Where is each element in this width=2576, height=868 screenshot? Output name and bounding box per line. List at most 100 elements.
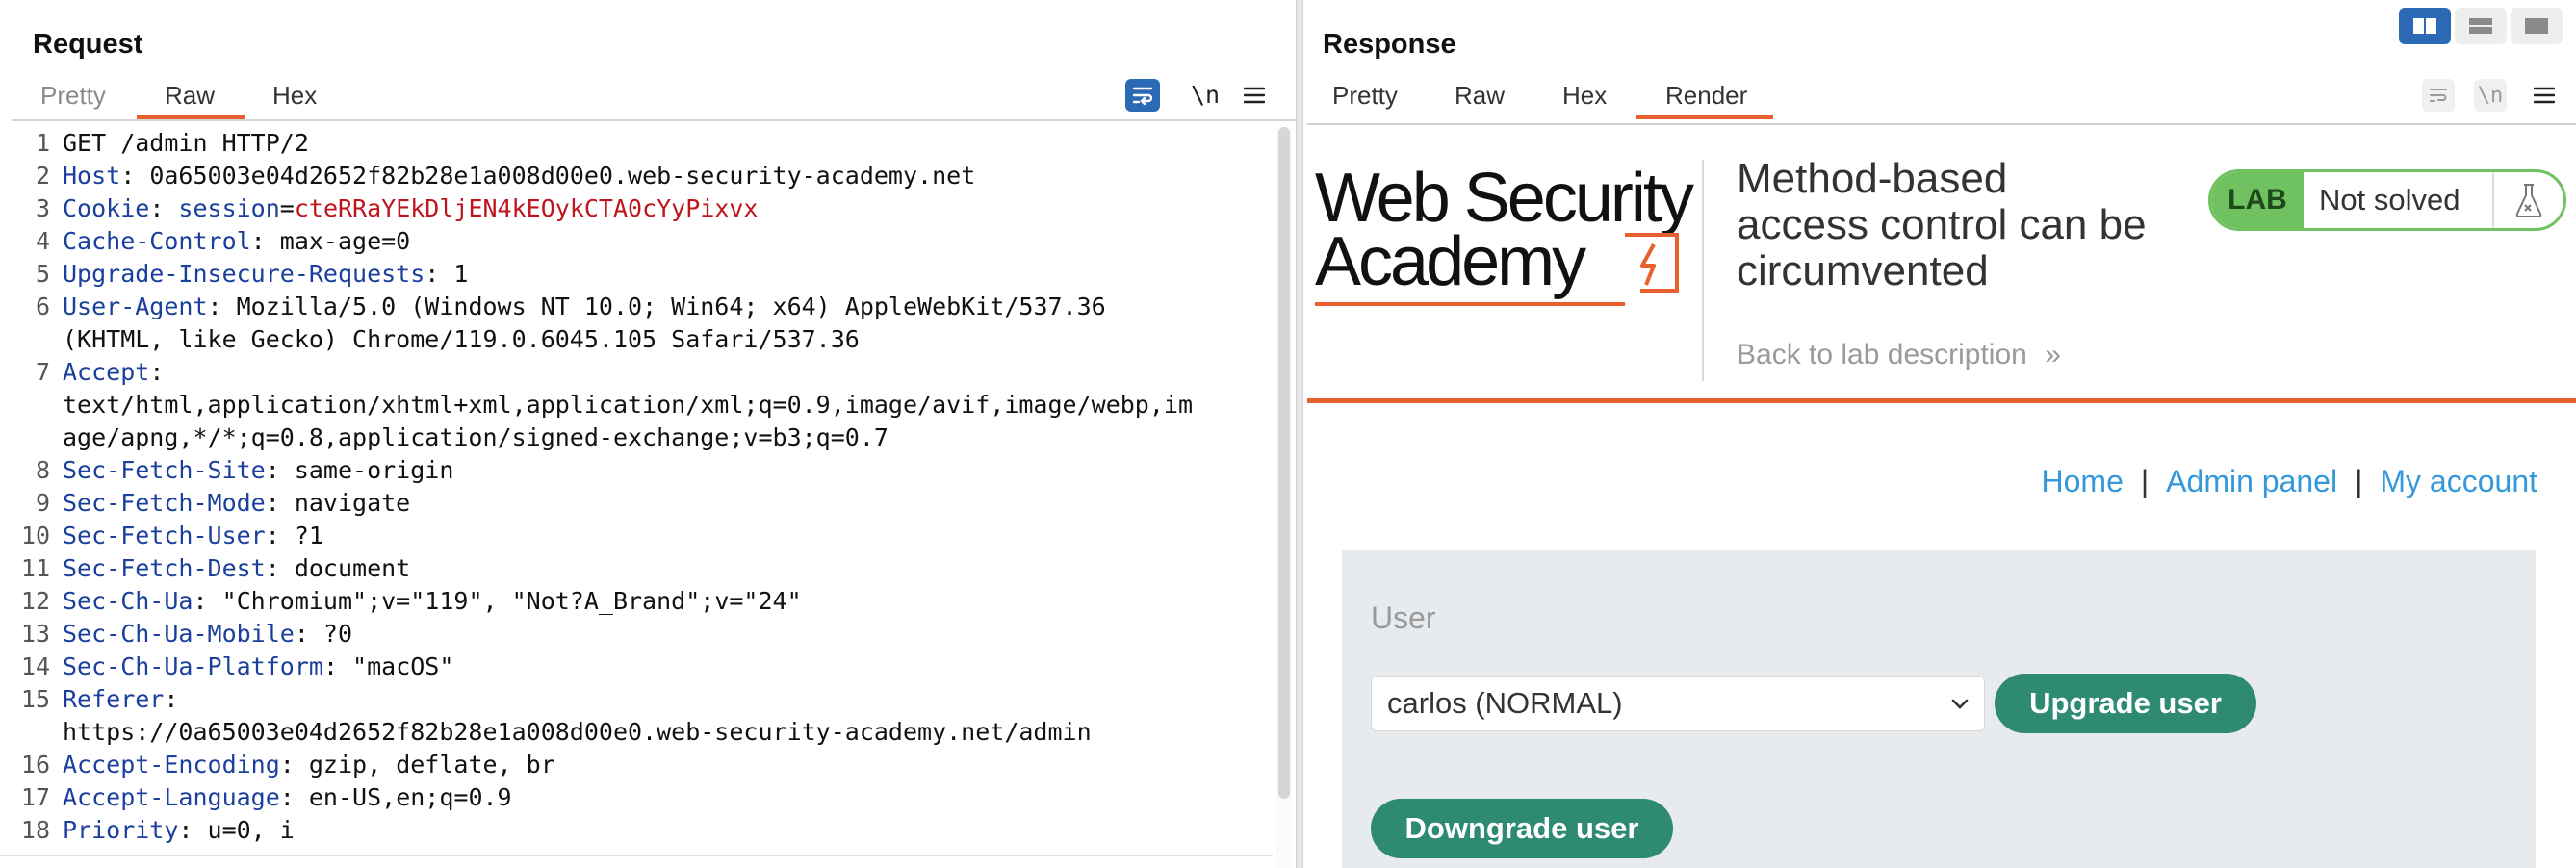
header-value: : <box>164 685 179 713</box>
request-panel: Request Pretty Raw Hex \n 1 GET /admin HT… <box>0 0 1296 868</box>
lab-title: Method-based access control can be circu… <box>1737 155 2147 294</box>
wrap-lines-icon <box>1132 87 1153 106</box>
header-name: Accept-Encoding <box>63 751 280 779</box>
downgrade-user-button[interactable]: Downgrade user <box>1371 799 1673 858</box>
lab-badge-label: LAB <box>2211 172 2304 228</box>
show-newlines-toggle[interactable]: \n <box>1186 77 1224 112</box>
admin-user-form: User carlos (NORMAL) Upgrade user Downgr… <box>1342 550 2536 868</box>
resp-tab-render[interactable]: Render <box>1665 81 1747 111</box>
header-value: (KHTML, like Gecko) Chrome/119.0.6045.10… <box>63 325 860 353</box>
line-content: (KHTML, like Gecko) Chrome/119.0.6045.10… <box>63 323 860 356</box>
line-content: Accept: <box>63 356 164 389</box>
line-content: Sec-Ch-Ua: "Chromium";v="119", "Not?A_Br… <box>63 585 802 618</box>
panel-splitter[interactable] <box>1296 0 1303 868</box>
layout-single-button[interactable] <box>2511 8 2563 44</box>
line-number: 4 <box>35 227 50 255</box>
response-title: Response <box>1323 29 1456 60</box>
split-columns-icon <box>2413 18 2436 34</box>
header-name: Sec-Fetch-User <box>63 522 266 549</box>
nav-home-link[interactable]: Home <box>2042 464 2124 499</box>
tab-hex[interactable]: Hex <box>272 81 317 111</box>
request-scroll-thumb[interactable] <box>1278 127 1290 799</box>
tab-pretty[interactable]: Pretty <box>40 81 106 111</box>
split-rows-icon <box>2469 18 2492 34</box>
line-content: text/html,application/xhtml+xml,applicat… <box>63 389 1193 421</box>
nav-my-account-link[interactable]: My account <box>2380 464 2537 499</box>
lab-status-text: Not solved <box>2319 183 2460 217</box>
header-orange-rule <box>1307 398 2576 403</box>
resp-show-newlines-toggle[interactable]: \n <box>2474 79 2507 112</box>
response-panel: Response Pretty Raw Hex Render \n Web Se… <box>1303 0 2576 868</box>
request-tab-rule <box>12 119 1296 121</box>
nav-admin-panel-link[interactable]: Admin panel <box>2166 464 2337 499</box>
header-name: Host <box>63 162 121 190</box>
line-number: 17 <box>20 783 50 811</box>
header-name: Upgrade-Insecure-Requests <box>63 260 425 288</box>
line-number: 1 <box>35 129 50 157</box>
cookie-value: cteRRaYEkDljEN4kEOykCTA0cYyPixvx <box>294 194 759 222</box>
header-name: Priority <box>63 816 179 844</box>
header-name: Cookie <box>63 194 150 222</box>
nav-separator: | <box>2140 464 2150 498</box>
logo-bolt-icon <box>1625 233 1679 293</box>
resp-active-tab-underline <box>1636 115 1773 119</box>
header-name: Accept-Language <box>63 783 280 811</box>
line-content: Sec-Ch-Ua-Mobile: ?0 <box>63 618 352 651</box>
upgrade-user-button[interactable]: Upgrade user <box>1995 674 2256 733</box>
layout-stacked-button[interactable] <box>2455 8 2507 44</box>
line-number: 10 <box>20 522 50 549</box>
header-value: : ?1 <box>265 522 323 549</box>
line-content: Cookie: session=cteRRaYEkDljEN4kEOykCTA0… <box>63 192 758 225</box>
line-number: 16 <box>20 751 50 779</box>
header-name: Sec-Fetch-Site <box>63 456 266 484</box>
back-link-text: Back to lab description <box>1737 339 2027 370</box>
resp-tab-pretty[interactable]: Pretty <box>1332 81 1398 111</box>
line-number: 11 <box>20 554 50 582</box>
user-label: User <box>1371 600 1436 635</box>
header-value: : max-age=0 <box>250 227 411 255</box>
menu-icon[interactable] <box>1238 81 1271 110</box>
resp-wrap-lines-icon[interactable] <box>2422 79 2455 112</box>
header-value: : 0a65003e04d2652f82b28e1a008d00e0.web-s… <box>120 162 976 190</box>
header-value: text/html,application/xhtml+xml,applicat… <box>63 391 1193 419</box>
resp-tab-hex[interactable]: Hex <box>1562 81 1607 111</box>
request-title: Request <box>33 29 143 60</box>
web-security-academy-logo[interactable]: Web Security Academy <box>1315 164 1700 308</box>
line-content: Cache-Control: max-age=0 <box>63 225 410 258</box>
line-content: Priority: u=0, i <box>63 814 295 847</box>
layout-side-by-side-button[interactable] <box>2399 8 2451 44</box>
line-number: 13 <box>20 620 50 648</box>
wrap-lines-toggle[interactable] <box>1125 79 1160 112</box>
back-to-lab-link[interactable]: Back to lab description » <box>1737 339 2061 371</box>
header-value: : gzip, deflate, br <box>279 751 555 779</box>
line-number: 2 <box>35 162 50 190</box>
line-number: 3 <box>35 194 50 222</box>
header-name: Sec-Fetch-Mode <box>63 489 266 517</box>
line-content: Sec-Ch-Ua-Platform: "macOS" <box>63 651 453 683</box>
flask-icon <box>2492 172 2563 228</box>
top-navigation: Home | Admin panel | My account <box>2042 464 2538 499</box>
header-name: Sec-Ch-Ua-Platform <box>63 652 323 680</box>
line-content: Sec-Fetch-User: ?1 <box>63 520 323 552</box>
chevron-down-icon <box>1951 699 1969 709</box>
header-value: : 1 <box>425 260 469 288</box>
request-editor[interactable]: 1 GET /admin HTTP/2 2 Host: 0a65003e04d2652… <box>0 127 1273 868</box>
line-content: GET /admin HTTP/2 <box>63 127 309 160</box>
user-select[interactable]: carlos (NORMAL) <box>1371 676 1985 731</box>
line-content: age/apng,*/*;q=0.8,application/signed-ex… <box>63 421 889 454</box>
line-number: 14 <box>20 652 50 680</box>
resp-tab-raw[interactable]: Raw <box>1455 81 1505 111</box>
header-name: User-Agent <box>63 293 208 320</box>
line-number: 8 <box>35 456 50 484</box>
header-value: : <box>149 194 179 222</box>
line-number: 7 <box>35 358 50 386</box>
tab-raw[interactable]: Raw <box>165 81 215 111</box>
header-value: https://0a65003e04d2652f82b28e1a008d00e0… <box>63 718 1092 746</box>
header-value: : "Chromium";v="119", "Not?A_Brand";v="2… <box>193 587 802 615</box>
single-pane-icon <box>2525 18 2548 34</box>
header-value: : <box>149 358 165 386</box>
header-name: Sec-Fetch-Dest <box>63 554 266 582</box>
header-value: : Mozilla/5.0 (Windows NT 10.0; Win64; x… <box>207 293 1106 320</box>
user-select-value: carlos (NORMAL) <box>1387 686 1623 720</box>
resp-menu-icon[interactable] <box>2528 81 2561 110</box>
